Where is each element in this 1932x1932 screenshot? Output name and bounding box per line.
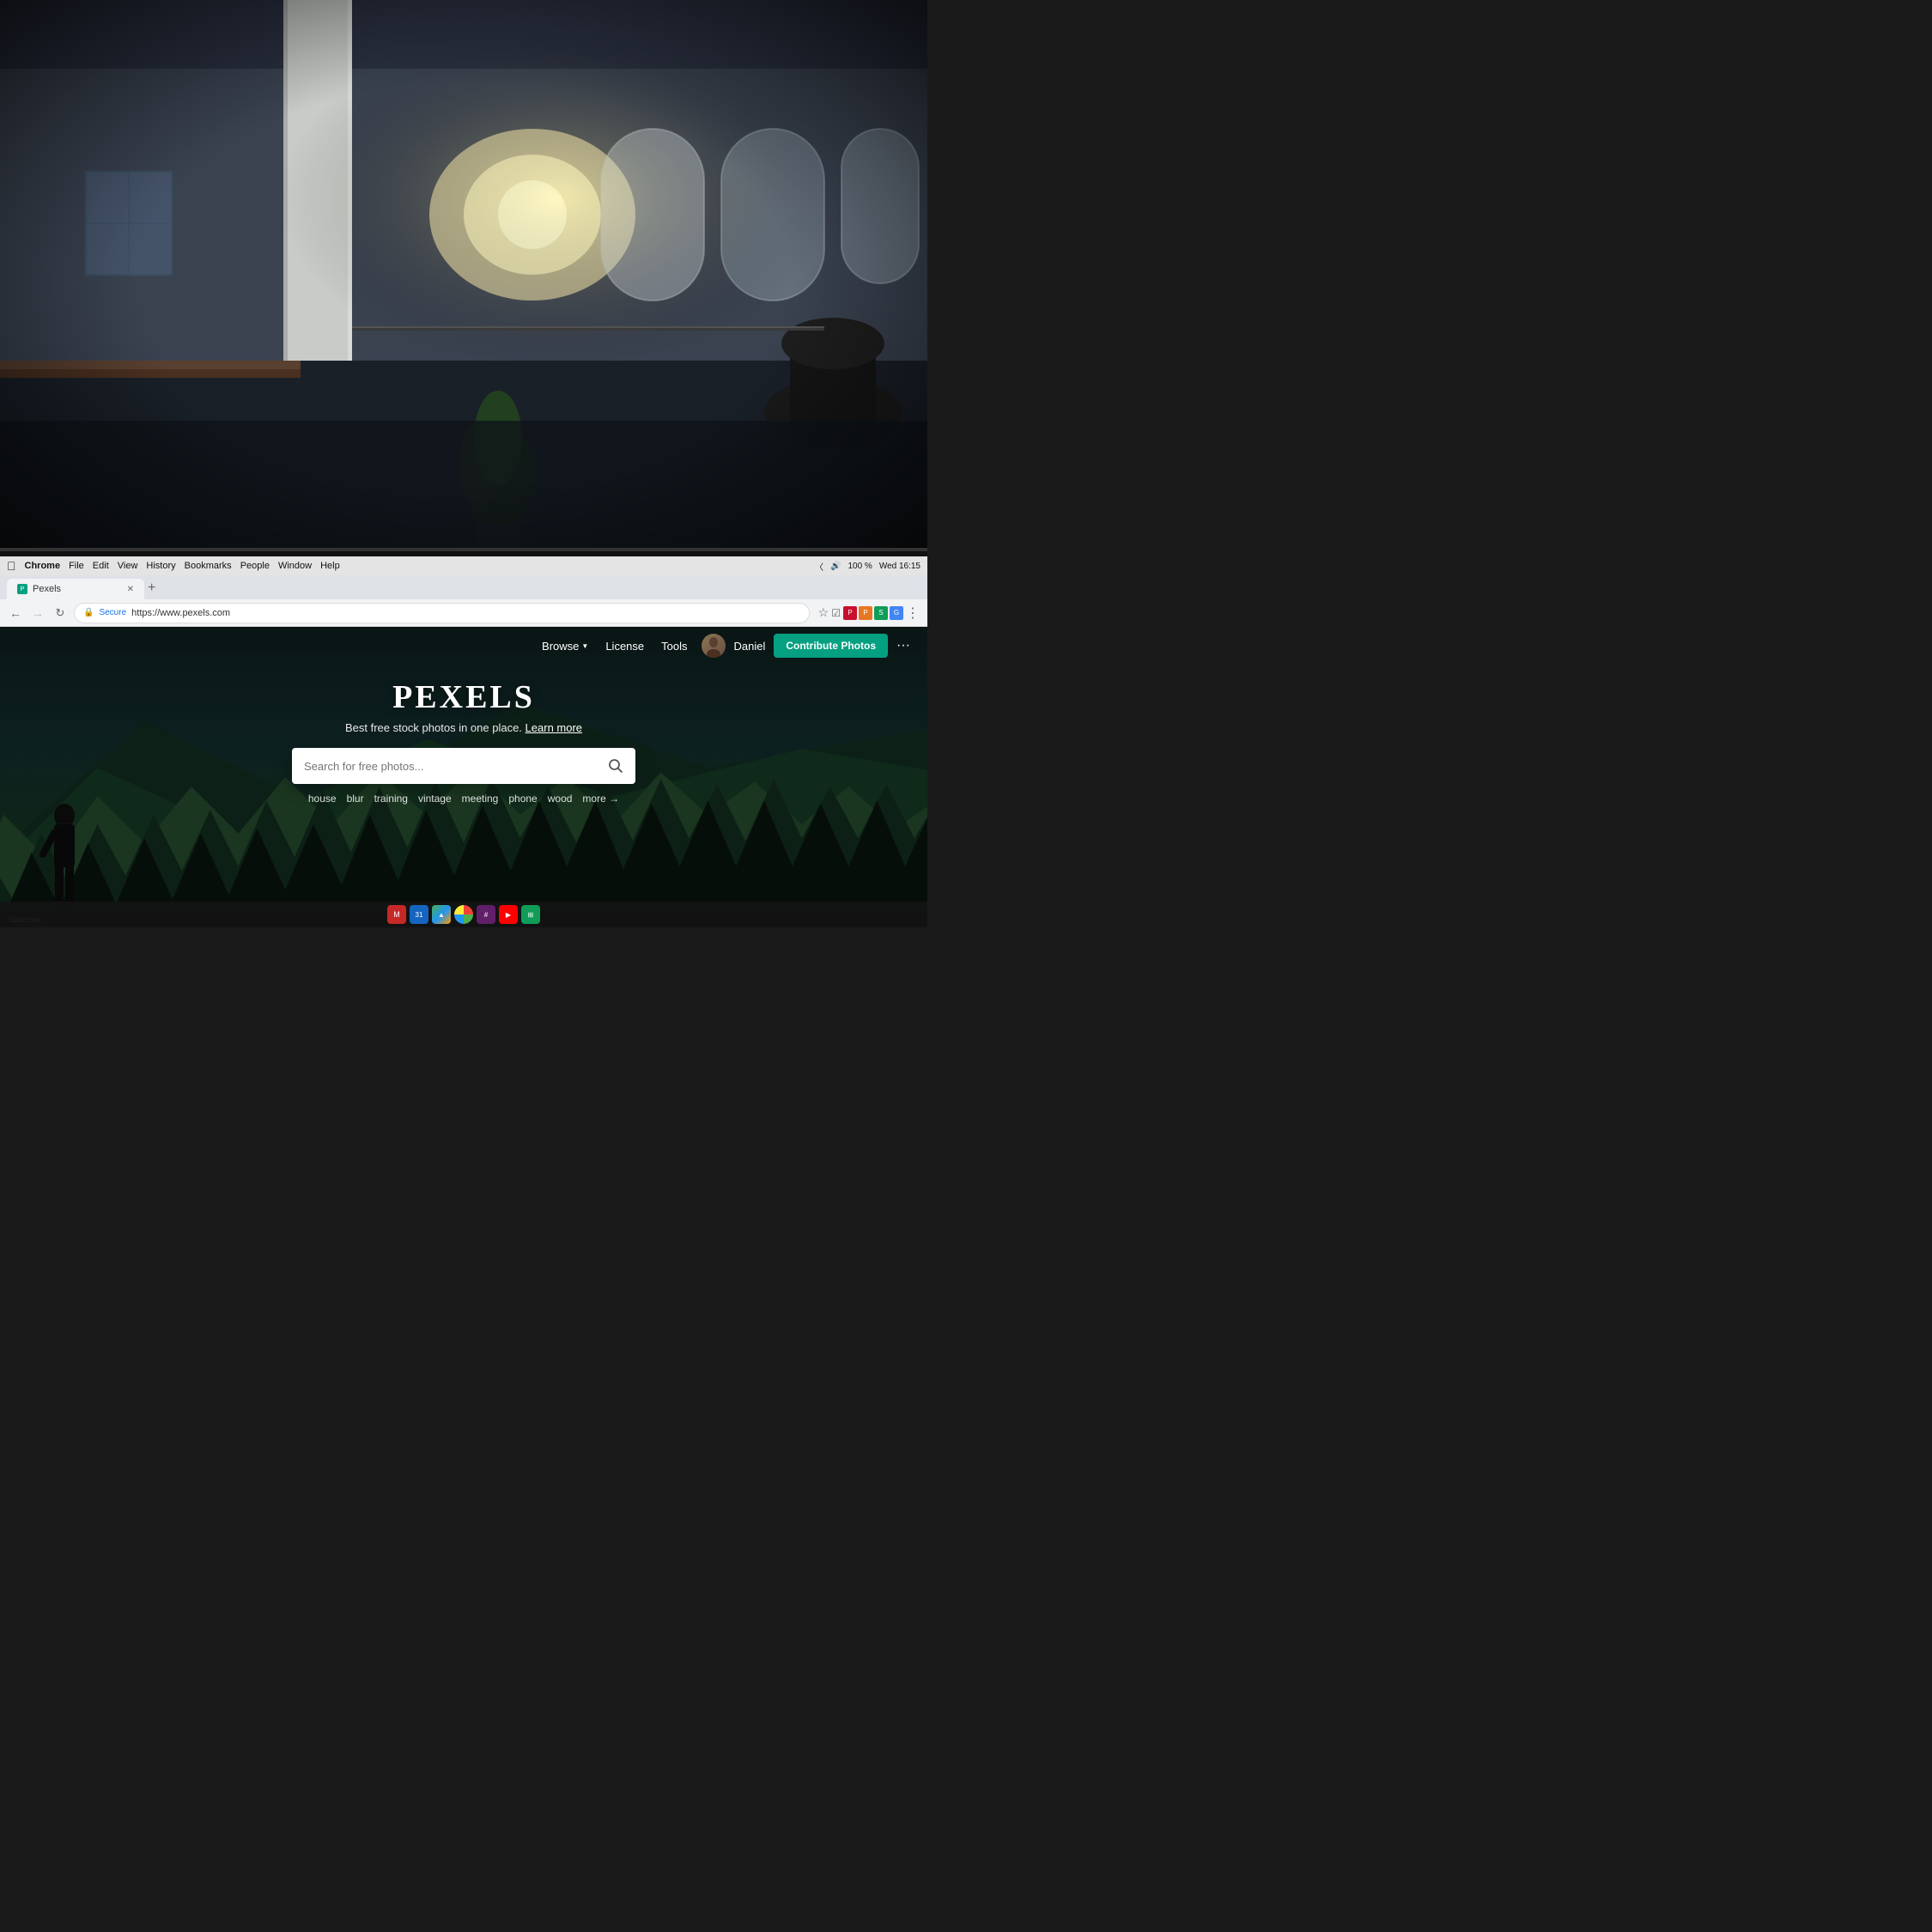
chrome-tab-bar: P Pexels ✕ + <box>0 575 927 599</box>
suggestion-more[interactable]: more → <box>582 793 619 805</box>
tab-favicon: P <box>17 584 27 594</box>
pexels-website: Browse ▼ License Tools Daniel Contribute… <box>0 627 927 927</box>
learn-more-link[interactable]: Learn more <box>526 721 582 734</box>
wifi-icon[interactable]: 〈 <box>815 560 823 573</box>
chrome-menu-dots[interactable]: ⋮ <box>906 605 920 622</box>
people-menu[interactable]: People <box>240 561 270 571</box>
suggestion-house[interactable]: house <box>308 793 337 805</box>
search-input[interactable] <box>304 760 601 773</box>
star-icon[interactable]: ☆ <box>818 605 829 620</box>
youtube-dock-icon[interactable]: ▶ <box>499 905 518 924</box>
chrome-tab-active[interactable]: P Pexels ✕ <box>7 579 144 599</box>
tools-nav-item[interactable]: Tools <box>661 640 687 653</box>
drive-dock-icon[interactable]: ▲ <box>432 905 451 924</box>
ext-icon-3[interactable]: S <box>874 606 888 620</box>
chrome-dock-icon[interactable] <box>454 905 473 924</box>
reload-button[interactable]: ↻ <box>52 605 69 622</box>
tab-close-icon[interactable]: ✕ <box>127 585 134 594</box>
window-menu[interactable]: Window <box>278 561 312 571</box>
contribute-photos-button[interactable]: Contribute Photos <box>774 634 888 658</box>
clock-display: Wed 16:15 <box>879 562 920 571</box>
license-nav-item[interactable]: License <box>605 640 644 653</box>
suggestion-meeting[interactable]: meeting <box>462 793 499 805</box>
user-avatar[interactable] <box>702 634 726 658</box>
pexels-hero-content: PEXELS Best free stock photos in one pla… <box>0 678 927 805</box>
chrome-address-bar-row: ← → ↻ 🔒 Secure https://www.pexels.com ☆ … <box>0 599 927 627</box>
apple-menu[interactable]:  <box>7 559 16 573</box>
address-field[interactable]: 🔒 Secure https://www.pexels.com <box>74 603 810 623</box>
browser-toolbar-icons: ☆ ☑ P P S G ⋮ <box>818 605 920 622</box>
edit-menu[interactable]: Edit <box>93 561 109 571</box>
suggestion-wood[interactable]: wood <box>548 793 573 805</box>
suggestion-training[interactable]: training <box>374 793 408 805</box>
ext-icon-4[interactable]: G <box>890 606 903 620</box>
macos-menubar:  Chrome File Edit View History Bookmark… <box>0 556 927 575</box>
sheets-dock-icon[interactable]: ⊞ <box>521 905 540 924</box>
calendar-dock-icon[interactable]: 31 <box>410 905 428 924</box>
suggestion-vintage[interactable]: vintage <box>418 793 452 805</box>
help-menu[interactable]: Help <box>320 561 340 571</box>
forward-button[interactable]: → <box>29 605 46 622</box>
battery-status: 100 % <box>848 562 872 571</box>
tab-title: Pexels <box>33 584 61 594</box>
pexels-navbar: Browse ▼ License Tools Daniel Contribute… <box>0 627 927 665</box>
pexels-search-bar[interactable] <box>292 748 635 784</box>
user-name-label[interactable]: Daniel <box>734 640 766 653</box>
url-display: https://www.pexels.com <box>131 608 230 618</box>
browse-nav-item[interactable]: Browse ▼ <box>542 640 588 653</box>
slack-dock-icon[interactable]: # <box>477 905 495 924</box>
browse-dropdown-icon: ▼ <box>581 642 588 650</box>
secure-label: Secure <box>99 608 126 617</box>
pexels-nav-right: Daniel Contribute Photos ··· <box>702 634 911 658</box>
suggestion-phone[interactable]: phone <box>508 793 537 805</box>
gmail-dock-icon[interactable]: M <box>387 905 406 924</box>
search-submit-button[interactable] <box>608 758 623 774</box>
more-nav-icon[interactable]: ··· <box>896 638 910 653</box>
secure-icon: 🔒 <box>83 608 94 617</box>
bookmarks-menu[interactable]: Bookmarks <box>185 561 232 571</box>
file-menu[interactable]: File <box>69 561 84 571</box>
pexels-tagline-text: Best free stock photos in one place. Lea… <box>345 721 582 734</box>
pexels-logo-text: PEXELS <box>392 678 535 716</box>
view-menu[interactable]: View <box>118 561 138 571</box>
chrome-menu-item[interactable]: Chrome <box>25 561 61 571</box>
new-tab-button[interactable]: + <box>148 580 155 596</box>
search-suggestions-row: house blur training vintage meeting phon… <box>308 793 619 805</box>
bookmark-icon[interactable]: ☑ <box>831 607 841 619</box>
ext-icon-1[interactable]: P <box>843 606 857 620</box>
volume-icon[interactable]: 🔊 <box>830 562 841 571</box>
ext-icon-2[interactable]: P <box>859 606 872 620</box>
back-button[interactable]: ← <box>7 605 24 622</box>
history-menu[interactable]: History <box>146 561 175 571</box>
pexels-nav-left: Browse ▼ License Tools <box>542 640 687 653</box>
suggestion-blur[interactable]: blur <box>347 793 364 805</box>
